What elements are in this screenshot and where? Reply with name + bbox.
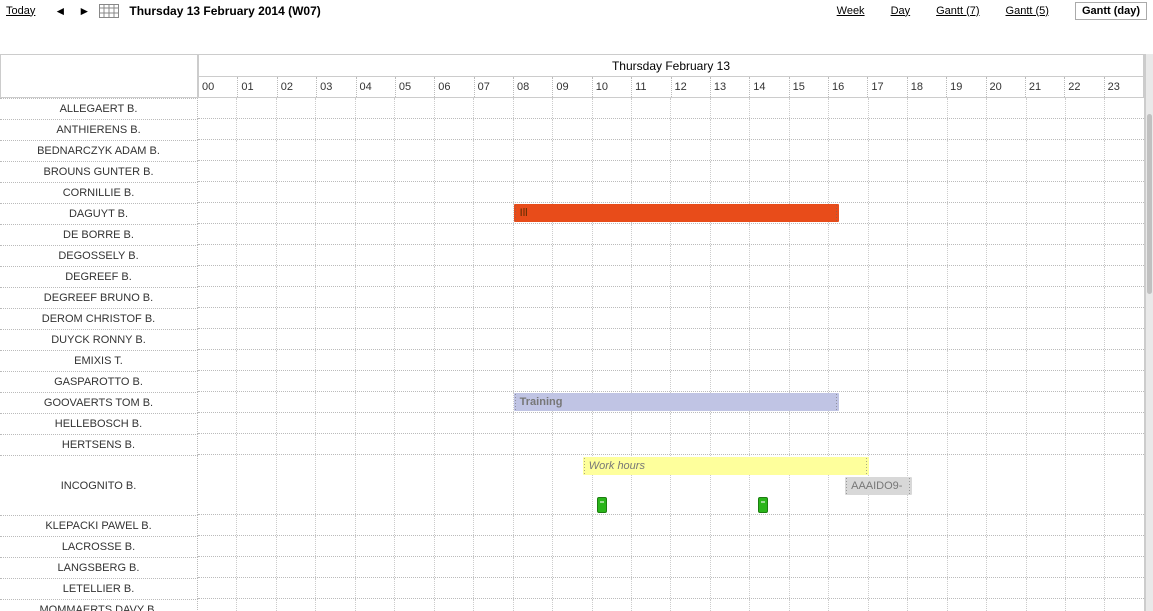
view-gantt-day-[interactable]: Gantt (day) bbox=[1075, 2, 1147, 20]
view-switcher: Week Day Gantt (7) Gantt (5) Gantt (day) bbox=[811, 5, 1147, 17]
hour-16: 16 bbox=[829, 77, 868, 97]
view-day[interactable]: Day bbox=[891, 5, 911, 17]
resource-name[interactable]: DEROM CHRISTOF B. bbox=[0, 308, 198, 329]
gantt-bar[interactable]: Ill bbox=[514, 204, 840, 222]
resource-name[interactable]: LACROSSE B. bbox=[0, 536, 198, 557]
hour-21: 21 bbox=[1026, 77, 1065, 97]
view-gantt-7-[interactable]: Gantt (7) bbox=[936, 5, 979, 17]
gantt-row[interactable] bbox=[198, 287, 1144, 308]
hour-scale: 0001020304050607080910111213141516171819… bbox=[198, 76, 1144, 98]
hour-12: 12 bbox=[672, 77, 711, 97]
hour-20: 20 bbox=[987, 77, 1026, 97]
resource-name[interactable]: DEGOSSELY B. bbox=[0, 245, 198, 266]
gantt-bar[interactable]: Work hours bbox=[583, 457, 869, 475]
resource-name[interactable]: EMIXIS T. bbox=[0, 350, 198, 371]
gantt-row[interactable] bbox=[198, 224, 1144, 245]
resource-name[interactable]: GOOVAERTS TOM B. bbox=[0, 392, 198, 413]
hour-00: 00 bbox=[199, 77, 238, 97]
prev-day-button[interactable]: ◄ bbox=[53, 4, 67, 18]
event-chip[interactable] bbox=[597, 497, 607, 513]
hour-17: 17 bbox=[868, 77, 907, 97]
resource-name[interactable]: BEDNARCZYK ADAM B. bbox=[0, 140, 198, 161]
gantt-row[interactable] bbox=[198, 329, 1144, 350]
today-link[interactable]: Today bbox=[6, 5, 35, 17]
gantt-bar[interactable]: Training bbox=[514, 393, 840, 411]
resource-column: ALLEGAERT B.ANTHIERENS B.BEDNARCZYK ADAM… bbox=[0, 54, 198, 611]
gantt-row[interactable] bbox=[198, 557, 1144, 578]
resource-name[interactable]: GASPAROTTO B. bbox=[0, 371, 198, 392]
resource-name[interactable]: KLEPACKI PAWEL B. bbox=[0, 515, 198, 536]
gantt-bar[interactable]: AAAIDO9-53 bbox=[845, 477, 912, 495]
day-header: Thursday February 13 bbox=[198, 54, 1144, 76]
hour-11: 11 bbox=[632, 77, 671, 97]
resource-name[interactable]: BROUNS GUNTER B. bbox=[0, 161, 198, 182]
scrollbar-thumb[interactable] bbox=[1147, 114, 1152, 294]
gantt-row[interactable] bbox=[198, 98, 1144, 119]
gantt-row[interactable] bbox=[198, 266, 1144, 287]
gantt-row[interactable] bbox=[198, 515, 1144, 536]
gantt-row[interactable]: Work hours AAAIDO9-53 bbox=[198, 455, 1144, 515]
gantt-row[interactable] bbox=[198, 245, 1144, 266]
gantt-row[interactable] bbox=[198, 413, 1144, 434]
page-title: Thursday 13 February 2014 (W07) bbox=[129, 4, 320, 18]
resource-name[interactable]: INCOGNITO B. bbox=[0, 455, 198, 515]
resource-name[interactable]: CORNILLIE B. bbox=[0, 182, 198, 203]
toolbar: Today ◄ ► Thursday 13 February 2014 (W07… bbox=[0, 0, 1153, 22]
next-day-button[interactable]: ► bbox=[77, 4, 91, 18]
resource-name[interactable]: LETELLIER B. bbox=[0, 578, 198, 599]
resource-name[interactable]: DEGREEF B. bbox=[0, 266, 198, 287]
gantt-row[interactable] bbox=[198, 599, 1144, 611]
hour-05: 05 bbox=[396, 77, 435, 97]
hour-18: 18 bbox=[908, 77, 947, 97]
gantt-row[interactable]: Training bbox=[198, 392, 1144, 413]
resource-name[interactable]: DEGREEF BRUNO B. bbox=[0, 287, 198, 308]
hour-06: 06 bbox=[435, 77, 474, 97]
gantt-row[interactable] bbox=[198, 308, 1144, 329]
resource-header bbox=[0, 54, 198, 98]
resource-name[interactable]: HELLEBOSCH B. bbox=[0, 413, 198, 434]
hour-02: 02 bbox=[278, 77, 317, 97]
hour-07: 07 bbox=[475, 77, 514, 97]
gantt-row[interactable] bbox=[198, 140, 1144, 161]
gantt-row[interactable] bbox=[198, 182, 1144, 203]
gantt-body[interactable]: Ill Training Work hours AAAIDO9-53 bbox=[198, 98, 1144, 611]
hour-08: 08 bbox=[514, 77, 553, 97]
hour-04: 04 bbox=[357, 77, 396, 97]
hour-13: 13 bbox=[711, 77, 750, 97]
gantt-row[interactable] bbox=[198, 434, 1144, 455]
hour-23: 23 bbox=[1105, 77, 1143, 97]
hour-14: 14 bbox=[750, 77, 789, 97]
resource-name[interactable]: ALLEGAERT B. bbox=[0, 98, 198, 119]
gantt-row[interactable]: Ill bbox=[198, 203, 1144, 224]
calendar-icon[interactable] bbox=[99, 3, 119, 19]
event-chip[interactable] bbox=[758, 497, 768, 513]
resource-name[interactable]: DUYCK RONNY B. bbox=[0, 329, 198, 350]
gantt-grid: Thursday February 13 0001020304050607080… bbox=[198, 54, 1145, 611]
gantt-row[interactable] bbox=[198, 536, 1144, 557]
vertical-scrollbar[interactable] bbox=[1145, 54, 1153, 611]
hour-19: 19 bbox=[947, 77, 986, 97]
gantt-row[interactable] bbox=[198, 350, 1144, 371]
gantt-row[interactable] bbox=[198, 371, 1144, 392]
resource-name[interactable]: LANGSBERG B. bbox=[0, 557, 198, 578]
view-gantt-5-[interactable]: Gantt (5) bbox=[1006, 5, 1049, 17]
resource-name[interactable]: DAGUYT B. bbox=[0, 203, 198, 224]
resource-name[interactable]: ANTHIERENS B. bbox=[0, 119, 198, 140]
gantt-row[interactable] bbox=[198, 578, 1144, 599]
view-week[interactable]: Week bbox=[837, 5, 865, 17]
hour-22: 22 bbox=[1065, 77, 1104, 97]
resource-name[interactable]: DE BORRE B. bbox=[0, 224, 198, 245]
resource-name[interactable]: HERTSENS B. bbox=[0, 434, 198, 455]
gantt-row[interactable] bbox=[198, 119, 1144, 140]
hour-01: 01 bbox=[238, 77, 277, 97]
gantt-sheet: ALLEGAERT B.ANTHIERENS B.BEDNARCZYK ADAM… bbox=[0, 54, 1153, 611]
hour-09: 09 bbox=[553, 77, 592, 97]
hour-15: 15 bbox=[790, 77, 829, 97]
hour-03: 03 bbox=[317, 77, 356, 97]
hour-10: 10 bbox=[593, 77, 632, 97]
resource-name[interactable]: MOMMAERTS DAVY B. bbox=[0, 599, 198, 611]
gantt-row[interactable] bbox=[198, 161, 1144, 182]
